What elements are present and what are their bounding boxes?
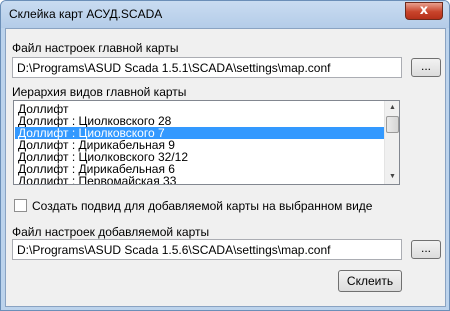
- underlay-checkbox[interactable]: [14, 199, 27, 212]
- added-settings-path-input[interactable]: D:\Programs\ASUD Scada 1.5.6\SCADA\setti…: [12, 239, 402, 260]
- merge-button[interactable]: Склеить: [338, 270, 402, 292]
- title-bar[interactable]: Склейка карт АСУД.SCADA x: [1, 1, 449, 28]
- main-settings-path-input[interactable]: D:\Programs\ASUD Scada 1.5.1\SCADA\setti…: [12, 57, 402, 78]
- dialog-body: Файл настроек главной карты D:\Programs\…: [5, 28, 446, 307]
- list-item[interactable]: Доллифт : Первомайская 33: [15, 175, 384, 184]
- main-settings-label: Файл настроек главной карты: [12, 41, 179, 55]
- hierarchy-label: Иерархия видов главной карты: [12, 85, 187, 99]
- main-window: Склейка карт АСУД.SCADA x Файл настроек …: [0, 0, 450, 311]
- listbox-scrollbar[interactable]: ▲ ▼: [384, 101, 399, 184]
- scroll-up-arrow-icon[interactable]: ▲: [386, 101, 399, 115]
- main-settings-browse-button[interactable]: ...: [411, 58, 441, 77]
- added-settings-label: Файл настроек добавляемой карты: [12, 225, 210, 239]
- scrollbar-thumb[interactable]: [386, 116, 399, 133]
- window-title: Склейка карт АСУД.SCADA: [9, 7, 163, 21]
- scroll-down-arrow-icon[interactable]: ▼: [386, 170, 399, 184]
- close-button[interactable]: x: [405, 2, 443, 20]
- hierarchy-listbox[interactable]: Доллифт Доллифт : Циолковского 28 Доллиф…: [13, 100, 400, 185]
- added-settings-browse-button[interactable]: ...: [411, 240, 441, 259]
- underlay-checkbox-label[interactable]: Создать подвид для добавляемой карты на …: [32, 199, 372, 213]
